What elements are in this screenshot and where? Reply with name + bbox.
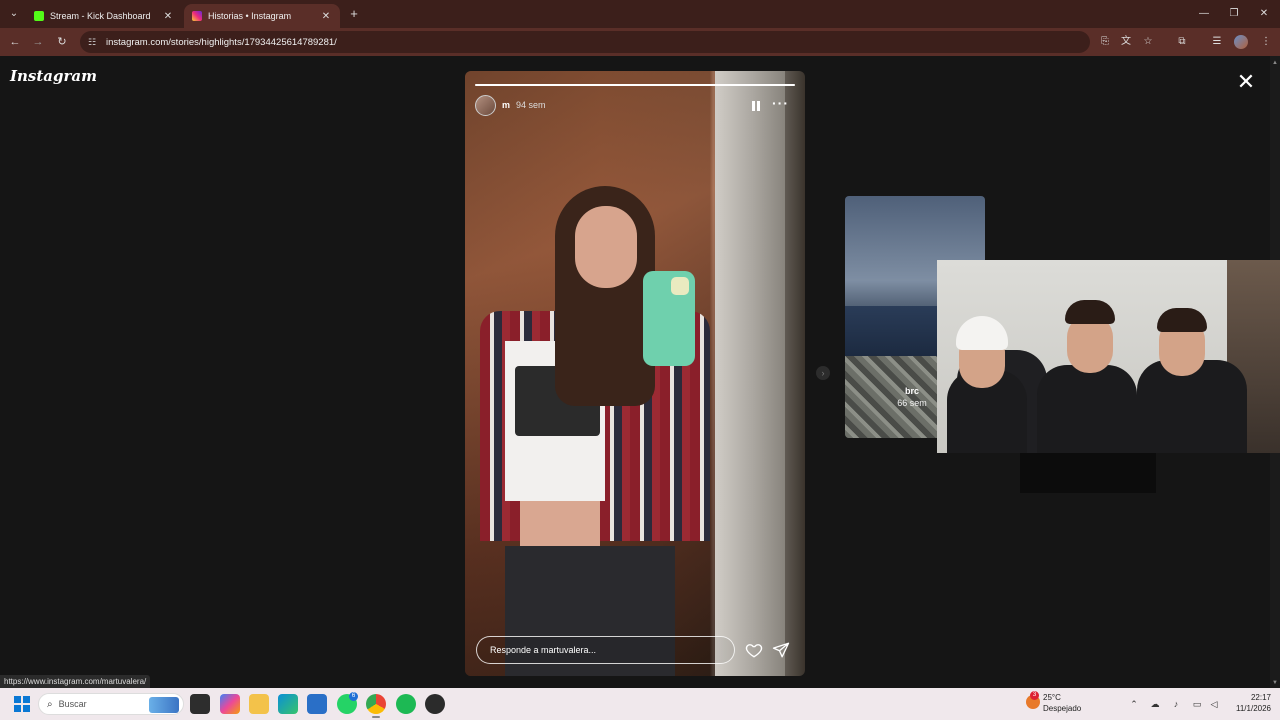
tab-instagram-stories[interactable]: Historias • Instagram ✕ [184, 4, 340, 28]
scroll-down-arrow-icon[interactable]: ▼ [1272, 680, 1278, 686]
reply-input[interactable] [490, 645, 720, 655]
install-app-icon[interactable]: ⎘ [1097, 34, 1113, 50]
like-heart-icon[interactable] [745, 641, 763, 659]
status-bar-url: https://www.instagram.com/martuvalera/ [0, 675, 151, 688]
story-photo-door [715, 71, 785, 676]
media-control-icon[interactable]: ☰ [1209, 34, 1225, 50]
chrome-menu-icon[interactable]: ⋮ [1258, 34, 1274, 50]
chrome-icon[interactable] [366, 694, 386, 714]
back-arrow-icon[interactable]: ← [7, 34, 23, 50]
story-photo-face [575, 206, 637, 288]
tab-close-icon[interactable]: ✕ [162, 11, 174, 22]
restore-icon[interactable]: ❐ [1226, 6, 1242, 22]
webcam-overlay [937, 260, 1280, 453]
edge-icon[interactable] [278, 694, 298, 714]
browser-toolbar: ← → ↻ ☷ instagram.com/stories/highlights… [0, 28, 1280, 56]
webcam-cap-3 [1157, 308, 1207, 332]
minimize-icon[interactable]: — [1196, 6, 1212, 22]
next-story-arrow-icon[interactable]: › [816, 366, 830, 380]
taskbar-weather[interactable]: 3 25°C Despejado [1026, 691, 1096, 716]
more-options-icon[interactable]: ··· [772, 96, 788, 111]
close-stories-icon[interactable]: ✕ [1236, 71, 1256, 93]
story-username[interactable]: m [502, 100, 510, 110]
weather-badge: 3 [1030, 691, 1039, 700]
tab-kick-dashboard[interactable]: Stream - Kick Dashboard ✕ [26, 4, 182, 28]
search-highlight-art [149, 697, 179, 713]
reload-icon[interactable]: ↻ [54, 34, 70, 50]
webcam-black-bar [1020, 453, 1156, 493]
chrome-active-indicator [372, 716, 380, 718]
taskbar-clock[interactable]: 22:17 11/1/2026 [1225, 692, 1271, 714]
forward-arrow-icon[interactable]: → [30, 34, 46, 50]
scroll-up-arrow-icon[interactable]: ▲ [1272, 60, 1278, 66]
store-icon[interactable] [307, 694, 327, 714]
next-story-timestamp: 66 sem [897, 398, 927, 408]
story-viewer[interactable]: m 94 sem ··· [465, 71, 805, 676]
tab-search-chevron-icon[interactable]: ⌄ [6, 6, 22, 22]
clock-time: 22:17 [1250, 693, 1271, 702]
share-send-icon[interactable] [772, 641, 790, 659]
tray-display-icon[interactable]: ▭ [1191, 698, 1203, 710]
taskbar-search[interactable]: ⌕ Buscar [38, 693, 184, 715]
instagram-logo[interactable]: Instagram [10, 67, 97, 85]
new-tab-plus-icon[interactable]: + [346, 6, 362, 22]
taskbar-search-placeholder: Buscar [58, 699, 87, 709]
bookmark-star-icon[interactable]: ☆ [1140, 34, 1156, 50]
tab-close-icon[interactable]: ✕ [320, 11, 332, 22]
task-view-icon[interactable] [190, 694, 210, 714]
story-reply-field[interactable] [476, 636, 735, 664]
whatsapp-badge: 6 [349, 692, 358, 701]
tray-chevron-up-icon[interactable]: ⌃ [1128, 698, 1140, 710]
address-url: instagram.com/stories/highlights/1793442… [106, 36, 337, 48]
webcam-hair-2 [1065, 300, 1115, 324]
pause-icon[interactable] [752, 98, 764, 112]
story-photo-midriff [520, 501, 600, 551]
address-bar[interactable]: ☷ instagram.com/stories/highlights/17934… [80, 31, 1090, 53]
kick-favicon-icon [34, 11, 44, 21]
site-info-icon[interactable]: ☷ [88, 37, 102, 48]
story-progress-fill [475, 84, 795, 86]
profile-avatar[interactable] [1234, 35, 1248, 49]
tray-volume-icon[interactable]: ◁ [1208, 698, 1220, 710]
obs-icon[interactable] [425, 694, 445, 714]
translate-icon[interactable]: 文 [1118, 34, 1134, 50]
webcam-beanie [956, 316, 1008, 350]
instagram-favicon-icon [192, 11, 202, 21]
story-timestamp: 94 sem [516, 100, 546, 110]
tray-cloud-icon[interactable]: ☁ [1149, 698, 1161, 710]
tab-title: Historias • Instagram [208, 11, 292, 21]
webcam-person-2 [1037, 365, 1137, 453]
story-progress-bar [475, 84, 795, 86]
window-close-icon[interactable]: ✕ [1256, 6, 1272, 22]
clock-date: 11/1/2026 [1236, 704, 1271, 713]
tab-title: Stream - Kick Dashboard [50, 11, 151, 21]
story-photo-phone-camera [671, 277, 689, 295]
windows-start-icon[interactable] [14, 696, 30, 712]
search-icon: ⌕ [47, 698, 53, 710]
weather-temp: 25°C [1043, 693, 1061, 702]
next-story-username: brc [904, 386, 919, 396]
weather-condition: Despejado [1043, 704, 1082, 713]
extensions-icon[interactable]: ⧉ [1174, 34, 1190, 50]
browser-tab-bar: ⌄ Stream - Kick Dashboard ✕ Historias • … [0, 0, 1280, 28]
spotify-icon[interactable] [396, 694, 416, 714]
tray-mic-icon[interactable]: ♪ [1170, 698, 1182, 710]
copilot-icon[interactable] [220, 694, 240, 714]
story-user-avatar[interactable] [475, 94, 496, 116]
file-explorer-icon[interactable] [249, 694, 269, 714]
story-header: m 94 sem [475, 94, 546, 116]
